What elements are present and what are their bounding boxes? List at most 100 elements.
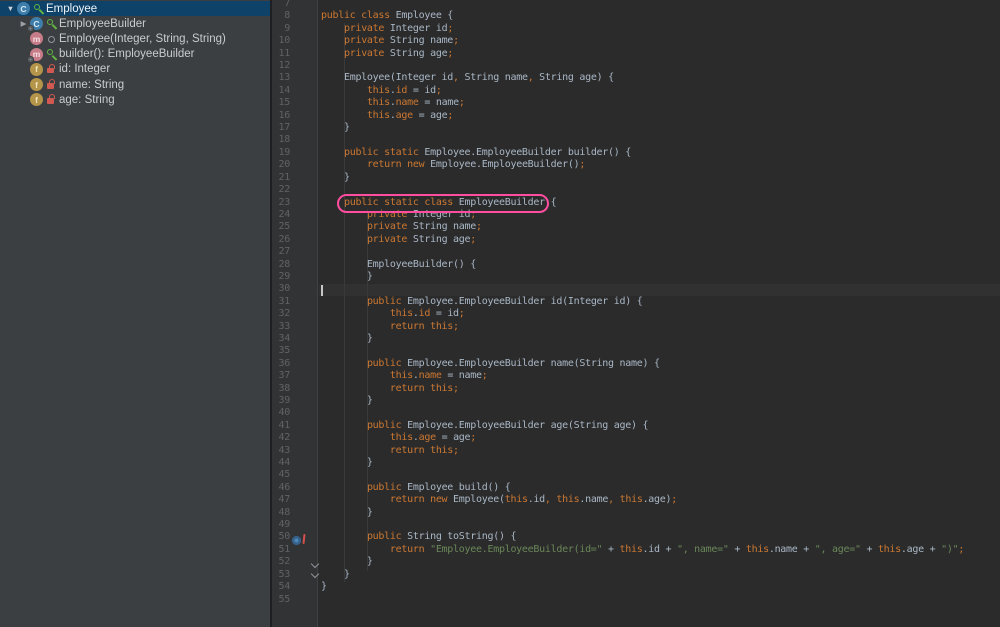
code-line[interactable]: 35 [272, 345, 1000, 357]
code-line[interactable]: 13 Employee(Integer id, String name, Str… [272, 72, 1000, 84]
tree-item[interactable]: fname: String [0, 77, 270, 92]
code-line[interactable]: 48 } [272, 507, 1000, 519]
line-number[interactable]: 23 [272, 197, 290, 209]
line-number[interactable]: 49 [272, 519, 290, 531]
line-number[interactable]: 40 [272, 407, 290, 419]
tree-item[interactable]: ▼CEmployee [0, 1, 270, 16]
code-line[interactable]: 41 public Employee.EmployeeBuilder age(S… [272, 420, 1000, 432]
code-line[interactable]: 9 private Integer id; [272, 23, 1000, 35]
code-line[interactable]: 37 this.name = name; [272, 370, 1000, 382]
line-number[interactable]: 9 [272, 23, 290, 35]
line-number[interactable]: 52 [272, 556, 290, 568]
code-line[interactable]: 52 } [272, 556, 1000, 568]
tree-item[interactable]: fid: Integer [0, 62, 270, 77]
code-line[interactable]: 8public class Employee { [272, 10, 1000, 22]
code-line[interactable]: 44 } [272, 457, 1000, 469]
code-line[interactable]: 49 [272, 519, 1000, 531]
line-number[interactable]: 54 [272, 581, 290, 593]
line-number[interactable]: 11 [272, 48, 290, 60]
line-number[interactable]: 22 [272, 184, 290, 196]
line-number[interactable]: 15 [272, 97, 290, 109]
line-number[interactable]: 20 [272, 159, 290, 171]
code-line[interactable]: 11 private String age; [272, 48, 1000, 60]
override-marker-icon[interactable] [292, 535, 308, 547]
line-number[interactable]: 39 [272, 395, 290, 407]
expand-arrow-icon[interactable]: ▼ [4, 4, 17, 13]
line-number[interactable]: 31 [272, 296, 290, 308]
code-line[interactable]: 14 this.id = id; [272, 85, 1000, 97]
line-number[interactable]: 28 [272, 259, 290, 271]
code-line[interactable]: 28 EmployeeBuilder() { [272, 259, 1000, 271]
code-line[interactable]: 47 return new Employee(this.id, this.nam… [272, 494, 1000, 506]
line-number[interactable]: 21 [272, 172, 290, 184]
line-number[interactable]: 50 [272, 531, 290, 543]
code-line[interactable]: 27 [272, 246, 1000, 258]
line-number[interactable]: 32 [272, 308, 290, 320]
code-line[interactable]: 54} [272, 581, 1000, 593]
line-number[interactable]: 16 [272, 110, 290, 122]
code-line[interactable]: 26 private String age; [272, 234, 1000, 246]
line-number[interactable]: 8 [272, 10, 290, 22]
code-line[interactable]: 34 } [272, 333, 1000, 345]
line-number[interactable]: 7 [272, 0, 290, 10]
code-line[interactable]: 21 } [272, 172, 1000, 184]
fold-marker-icon[interactable] [311, 560, 320, 567]
line-number[interactable]: 34 [272, 333, 290, 345]
line-number[interactable]: 51 [272, 544, 290, 556]
line-number[interactable]: 12 [272, 60, 290, 72]
line-number[interactable]: 19 [272, 147, 290, 159]
code-line[interactable]: 50 public String toString() { [272, 531, 1000, 543]
line-number[interactable]: 43 [272, 445, 290, 457]
code-line[interactable]: 55 [272, 594, 1000, 606]
line-number[interactable]: 48 [272, 507, 290, 519]
code-line[interactable]: 38 return this; [272, 383, 1000, 395]
line-number[interactable]: 35 [272, 345, 290, 357]
line-number[interactable]: 14 [272, 85, 290, 97]
line-number[interactable]: 26 [272, 234, 290, 246]
line-number[interactable]: 17 [272, 122, 290, 134]
code-line[interactable]: 42 this.age = age; [272, 432, 1000, 444]
tree-item[interactable]: mEmployee(Integer, String, String) [0, 31, 270, 46]
code-line[interactable]: 36 public Employee.EmployeeBuilder name(… [272, 358, 1000, 370]
code-line[interactable]: 15 this.name = name; [272, 97, 1000, 109]
code-line[interactable]: 33 return this; [272, 321, 1000, 333]
code-line[interactable]: 18 [272, 134, 1000, 146]
code-line[interactable]: 29 } [272, 271, 1000, 283]
line-number[interactable]: 10 [272, 35, 290, 47]
line-number[interactable]: 13 [272, 72, 290, 84]
code-line[interactable]: 46 public Employee build() { [272, 482, 1000, 494]
code-line[interactable]: 32 this.id = id; [272, 308, 1000, 320]
code-line[interactable]: 22 [272, 184, 1000, 196]
code-line[interactable]: 10 private String name; [272, 35, 1000, 47]
tree-item[interactable]: fage: String [0, 92, 270, 107]
code-line[interactable]: 12 [272, 60, 1000, 72]
line-number[interactable]: 37 [272, 370, 290, 382]
line-number[interactable]: 45 [272, 469, 290, 481]
line-number[interactable]: 47 [272, 494, 290, 506]
code-line[interactable]: 16 this.age = age; [272, 110, 1000, 122]
code-line[interactable]: 24 private Integer id; [272, 209, 1000, 221]
line-number[interactable]: 41 [272, 420, 290, 432]
tree-item[interactable]: mbuilder(): EmployeeBuilder [0, 47, 270, 62]
line-number[interactable]: 29 [272, 271, 290, 283]
line-number[interactable]: 24 [272, 209, 290, 221]
code-line[interactable]: 19 public static Employee.EmployeeBuilde… [272, 147, 1000, 159]
code-line[interactable]: 39 } [272, 395, 1000, 407]
line-number[interactable]: 38 [272, 383, 290, 395]
line-number[interactable]: 27 [272, 246, 290, 258]
line-number[interactable]: 25 [272, 221, 290, 233]
code-line[interactable]: 23 public static class EmployeeBuilder { [272, 197, 1000, 209]
code-line[interactable]: 40 [272, 407, 1000, 419]
line-number[interactable]: 53 [272, 569, 290, 581]
line-number[interactable]: 36 [272, 358, 290, 370]
panel-editor-divider[interactable] [270, 0, 272, 627]
code-line[interactable]: 25 private String name; [272, 221, 1000, 233]
line-number[interactable]: 33 [272, 321, 290, 333]
line-number[interactable]: 46 [272, 482, 290, 494]
code-line[interactable]: 45 [272, 469, 1000, 481]
line-number[interactable]: 42 [272, 432, 290, 444]
tree-item[interactable]: ▶CEmployeeBuilder [0, 16, 270, 31]
code-line[interactable]: 30 [272, 283, 1000, 295]
code-line[interactable]: 53 } [272, 569, 1000, 581]
code-line[interactable]: 7 [272, 0, 1000, 10]
